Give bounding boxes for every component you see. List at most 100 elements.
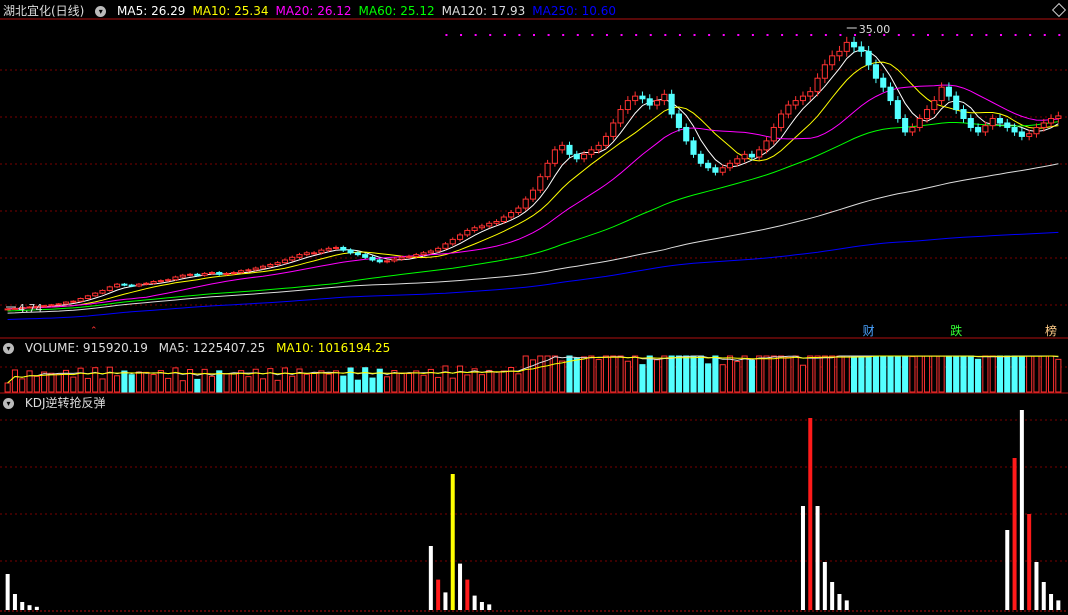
volume-bar: [486, 369, 493, 393]
indicator-bar: [5, 574, 10, 610]
candle-body: [916, 118, 923, 128]
indicator-bar: [837, 594, 842, 610]
volume-bar: [318, 370, 325, 393]
ma-line: [7, 61, 1059, 310]
event-marker: 跌: [950, 323, 962, 338]
candle-body: [814, 77, 821, 93]
candle-body: [354, 252, 361, 256]
indicator-bar: [487, 604, 492, 610]
candle-body: [471, 227, 478, 231]
indicator-bar: [436, 579, 441, 610]
volume-bar: [894, 355, 901, 393]
volume-bar: [92, 367, 99, 393]
candle-body: [150, 280, 157, 284]
volume-bar: [872, 355, 879, 393]
stock-chart[interactable]: 35.00 4.74 ⌃ 财 跌 榜: [0, 0, 1068, 615]
volume-bar: [967, 355, 974, 393]
candle-body: [208, 272, 216, 275]
candle-body: [967, 118, 974, 128]
ma-line: [7, 163, 1059, 314]
indicator-bar: [1012, 458, 1017, 610]
candle-body: [347, 249, 354, 254]
candle-body: [865, 50, 872, 66]
volume-bar: [1018, 355, 1025, 393]
candle-body: [661, 93, 668, 102]
candle-body: [384, 260, 391, 263]
indicator-bar: [27, 605, 32, 610]
candle-body: [194, 273, 201, 276]
ma-line: [7, 231, 1059, 320]
candle-body: [850, 41, 858, 48]
indicator-bar: [472, 595, 477, 610]
volume-bar: [208, 375, 216, 393]
volume-bar: [405, 373, 413, 393]
volume-bar: [172, 367, 179, 393]
candle-body: [259, 265, 267, 269]
candle-body: [128, 284, 135, 287]
volume-bar: [449, 377, 456, 393]
candle-body: [84, 295, 91, 300]
candle-body: [996, 118, 1004, 124]
volume-bar: [865, 355, 872, 393]
high-price-label: 35.00: [859, 23, 891, 36]
signal-dot: [576, 34, 579, 36]
candle-body: [544, 162, 551, 178]
candle-body: [311, 252, 318, 255]
candle-body: [668, 93, 675, 115]
candle-body: [1011, 126, 1018, 133]
volume-bar: [938, 355, 945, 393]
candle-body: [836, 50, 843, 57]
candle-body: [289, 256, 296, 261]
candle-body: [456, 234, 464, 240]
volume-bar: [77, 367, 84, 393]
volume-bar: [55, 373, 62, 393]
candle-body: [1048, 118, 1055, 124]
indicator-bar: [428, 546, 433, 610]
candle-body: [624, 100, 631, 111]
low-price-label: 4.74: [18, 302, 43, 315]
signal-dot: [460, 34, 463, 36]
candle-body: [887, 86, 894, 102]
volume-bar: [814, 355, 821, 393]
indicator-bar: [1049, 594, 1054, 610]
signal-dot: [1014, 34, 1017, 36]
candle-body: [646, 98, 653, 106]
candle-body: [157, 280, 164, 283]
volume-bar: [653, 359, 661, 393]
volume-bar: [902, 355, 909, 393]
candle-body: [763, 140, 770, 151]
candle-body: [179, 274, 186, 278]
candle-body: [187, 273, 194, 276]
volume-bar: [201, 368, 208, 393]
volume-bar: [923, 355, 931, 393]
candle-body: [442, 243, 449, 249]
volume-bar: [4, 382, 11, 393]
candle-body: [230, 272, 237, 275]
signal-dot: [985, 34, 988, 36]
candle-body: [953, 95, 960, 111]
volume-bar: [19, 378, 26, 393]
candle-body: [405, 255, 413, 258]
signal-dot: [883, 34, 886, 36]
candle-body: [318, 249, 325, 254]
candle-body: [726, 162, 734, 169]
candle-body: [4, 308, 11, 311]
volume-bar: [267, 368, 274, 393]
candle-body: [529, 189, 537, 200]
signal-dot: [927, 34, 930, 36]
candle-body: [1033, 126, 1040, 135]
volume-bar: [581, 356, 588, 393]
signal-dot: [635, 34, 638, 36]
indicator-bar: [34, 606, 39, 610]
candle-body: [325, 247, 332, 251]
candle-body: [281, 259, 288, 264]
candle-body: [427, 250, 434, 254]
signal-dot: [956, 34, 959, 36]
volume-bar: [413, 370, 420, 393]
candle-body: [982, 125, 989, 133]
volume-bar: [610, 355, 617, 393]
candle-body: [165, 279, 172, 282]
ma-line: [7, 49, 1059, 310]
signal-dot: [824, 34, 827, 36]
volume-bar: [544, 355, 551, 393]
